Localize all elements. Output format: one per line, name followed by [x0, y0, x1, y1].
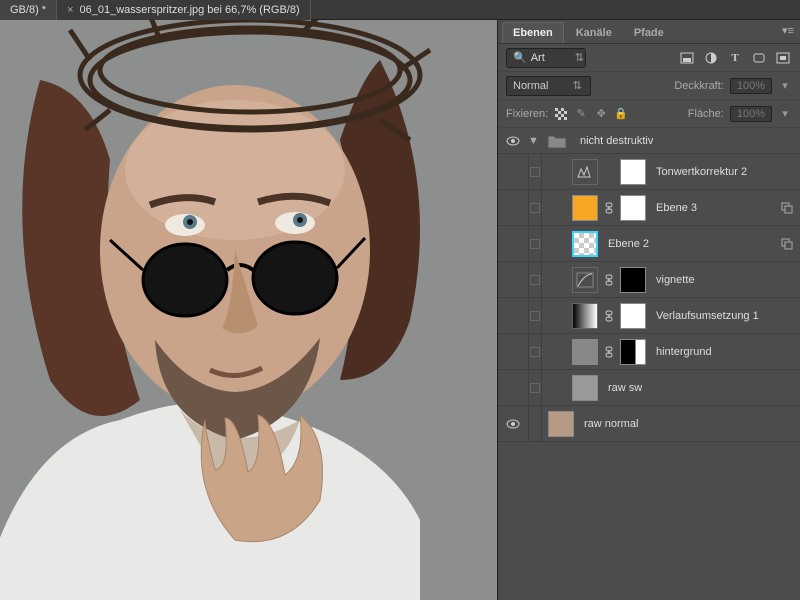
- close-tab-icon[interactable]: ×: [67, 4, 73, 16]
- fill-label: Fläche:: [688, 108, 724, 120]
- canvas-image: [0, 20, 497, 600]
- copy-icon[interactable]: [780, 237, 794, 251]
- blend-mode-value: Normal: [513, 80, 548, 92]
- layer-checkbox[interactable]: [530, 347, 540, 357]
- link-icon[interactable]: [604, 346, 614, 358]
- filter-smart-icon[interactable]: [774, 49, 792, 67]
- folder-icon: [544, 128, 570, 154]
- layer-mask-thumbnail[interactable]: [620, 339, 646, 365]
- fill-value[interactable]: 100%: [730, 106, 772, 122]
- tab-label: 06_01_wasserspritzer.jpg bei 66,7% (RGB/…: [80, 4, 300, 16]
- layer-thumbnail[interactable]: [572, 231, 598, 257]
- tab-paths[interactable]: Pfade: [624, 23, 674, 43]
- link-icon[interactable]: [604, 274, 614, 286]
- layer-name[interactable]: raw sw: [608, 382, 794, 394]
- opacity-value[interactable]: 100%: [730, 78, 772, 94]
- opacity-label: Deckkraft:: [674, 80, 724, 92]
- document-tab[interactable]: × 06_01_wasserspritzer.jpg bei 66,7% (RG…: [57, 0, 311, 20]
- layer-thumbnail[interactable]: [548, 411, 574, 437]
- search-icon: 🔍: [513, 51, 527, 65]
- layer-thumbnail[interactable]: [572, 195, 598, 221]
- panel-tabs: Ebenen Kanäle Pfade: [498, 20, 800, 44]
- filter-shape-icon[interactable]: [750, 49, 768, 67]
- lock-label: Fixieren:: [506, 108, 548, 120]
- layer-name[interactable]: vignette: [656, 274, 794, 286]
- lock-all-icon[interactable]: 🔒: [614, 107, 628, 121]
- tab-label: GB/8) *: [10, 4, 46, 16]
- copy-icon[interactable]: [780, 201, 794, 215]
- layer-checkbox[interactable]: [530, 167, 540, 177]
- blend-mode-select[interactable]: Normal ⇅: [506, 76, 591, 96]
- blend-opacity-row: Normal ⇅ Deckkraft: 100% ▾: [498, 72, 800, 100]
- link-icon[interactable]: [604, 202, 614, 214]
- tab-layers[interactable]: Ebenen: [502, 22, 564, 43]
- filter-adjust-icon[interactable]: [702, 49, 720, 67]
- filter-pixel-icon[interactable]: [678, 49, 696, 67]
- panel-menu-icon[interactable]: ▾≡: [780, 24, 796, 37]
- link-icon[interactable]: [604, 310, 614, 322]
- layer-thumbnail[interactable]: [572, 339, 598, 365]
- canvas[interactable]: [0, 20, 497, 600]
- layer-pixel[interactable]: Ebene 3: [498, 190, 800, 226]
- layer-checkbox[interactable]: [530, 239, 540, 249]
- layer-adjustment[interactable]: Verlaufsumsetzung 1: [498, 298, 800, 334]
- layer-name[interactable]: nicht destruktiv: [580, 135, 794, 147]
- levels-icon: [572, 159, 598, 185]
- lock-fill-row: Fixieren: ✎ ✥ 🔒 Fläche: 100% ▾: [498, 100, 800, 128]
- layer-pixel[interactable]: raw normal: [498, 406, 800, 442]
- layer-checkbox[interactable]: [530, 275, 540, 285]
- tab-channels[interactable]: Kanäle: [566, 23, 622, 43]
- layer-adjustment[interactable]: vignette: [498, 262, 800, 298]
- layer-filter-row: 🔍 ⇅ T: [498, 44, 800, 72]
- layer-name[interactable]: raw normal: [584, 418, 794, 430]
- layer-checkbox[interactable]: [530, 383, 540, 393]
- filter-type-icon[interactable]: T: [726, 49, 744, 67]
- chevron-updown-icon: ⇅: [570, 79, 584, 93]
- filter-value[interactable]: [531, 52, 571, 64]
- gradmap-icon: [572, 303, 598, 329]
- layers-panel: ▾≡ Ebenen Kanäle Pfade 🔍 ⇅ T: [497, 20, 800, 600]
- group-caret-icon[interactable]: ▼: [528, 135, 538, 147]
- layer-pixel[interactable]: hintergrund: [498, 334, 800, 370]
- document-tab[interactable]: GB/8) *: [0, 0, 57, 20]
- lock-transparency-icon[interactable]: [554, 107, 568, 121]
- lock-position-icon[interactable]: ✥: [594, 107, 608, 121]
- layer-mask-thumbnail[interactable]: [620, 159, 646, 185]
- layer-adjustment[interactable]: Tonwertkorrektur 2: [498, 154, 800, 190]
- chevron-down-icon[interactable]: ▾: [778, 107, 792, 121]
- layer-mask-thumbnail[interactable]: [620, 195, 646, 221]
- layer-name[interactable]: Ebene 3: [656, 202, 774, 214]
- layer-filter-select[interactable]: 🔍 ⇅: [506, 48, 586, 68]
- visibility-eye-icon[interactable]: [506, 136, 520, 146]
- layer-name[interactable]: Verlaufsumsetzung 1: [656, 310, 794, 322]
- layer-name[interactable]: Tonwertkorrektur 2: [656, 166, 794, 178]
- chevron-updown-icon: ⇅: [575, 51, 584, 65]
- layer-mask-thumbnail[interactable]: [620, 267, 646, 293]
- layer-name[interactable]: hintergrund: [656, 346, 794, 358]
- curves-icon: [572, 267, 598, 293]
- lock-pixels-icon[interactable]: ✎: [574, 107, 588, 121]
- layer-mask-thumbnail[interactable]: [620, 303, 646, 329]
- layer-pixel[interactable]: raw sw: [498, 370, 800, 406]
- layer-thumbnail[interactable]: [572, 375, 598, 401]
- layer-checkbox[interactable]: [530, 311, 540, 321]
- chevron-down-icon[interactable]: ▾: [778, 79, 792, 93]
- layer-list: ▼ nicht destruktiv Tonwertkorrektur 2: [498, 128, 800, 600]
- layer-pixel[interactable]: Ebene 2: [498, 226, 800, 262]
- layer-checkbox[interactable]: [530, 203, 540, 213]
- layer-name[interactable]: Ebene 2: [608, 238, 774, 250]
- visibility-eye-icon[interactable]: [506, 419, 520, 429]
- document-tab-bar: GB/8) * × 06_01_wasserspritzer.jpg bei 6…: [0, 0, 800, 20]
- layer-group[interactable]: ▼ nicht destruktiv: [498, 128, 800, 154]
